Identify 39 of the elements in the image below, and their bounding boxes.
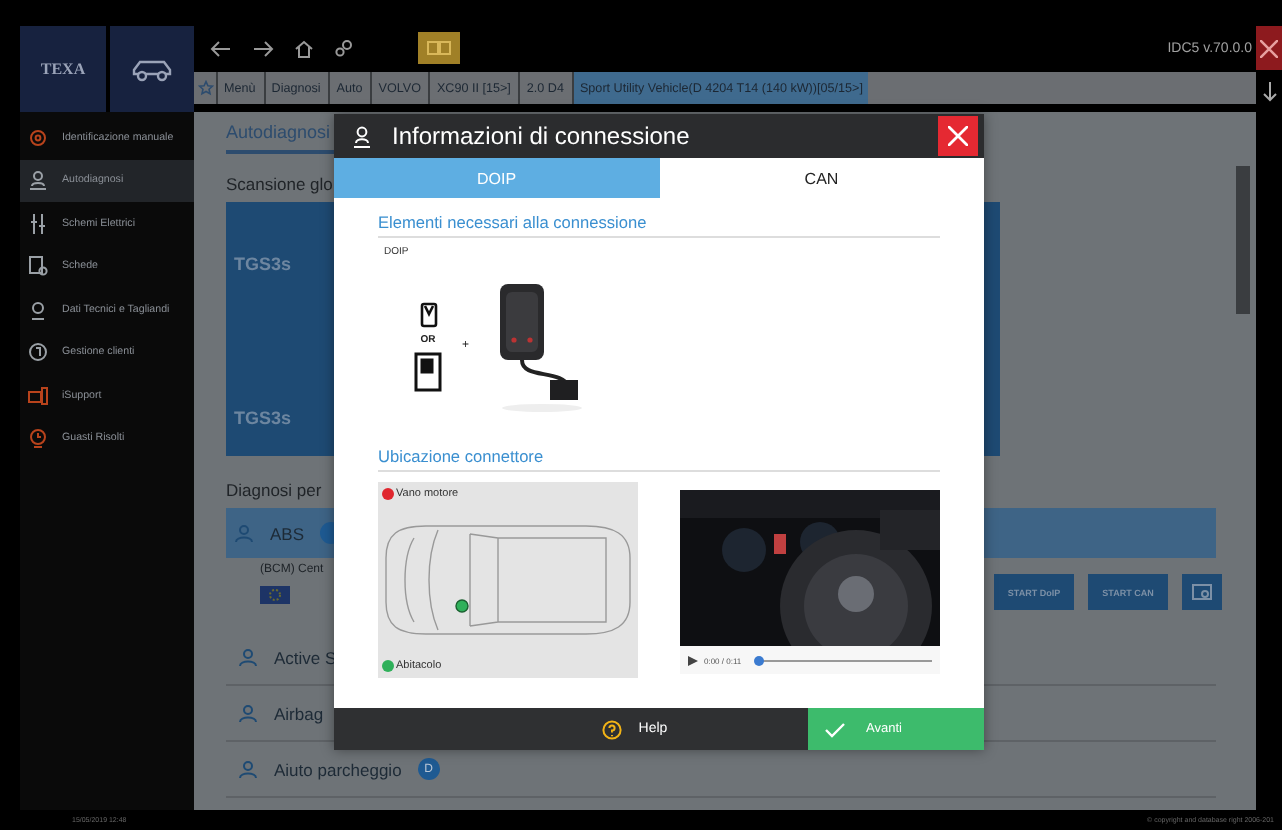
system-icon bbox=[238, 647, 258, 667]
seek-thumb[interactable] bbox=[754, 655, 765, 665]
system-icon bbox=[238, 703, 258, 723]
close-icon bbox=[1260, 39, 1278, 57]
star-icon[interactable] bbox=[198, 80, 214, 96]
car-icon bbox=[132, 57, 172, 81]
logo: TEXA bbox=[20, 26, 106, 112]
connection-icon[interactable] bbox=[334, 38, 354, 58]
group-title: Diagnosi per bbox=[226, 480, 322, 500]
scrollbar[interactable] bbox=[1236, 166, 1250, 314]
person-icon bbox=[352, 125, 372, 147]
phone-icon bbox=[419, 301, 437, 327]
system-label: Aiuto parcheggio bbox=[274, 759, 402, 779]
forward-icon[interactable] bbox=[252, 39, 274, 57]
system-label: Airbag bbox=[274, 703, 324, 723]
back-icon[interactable] bbox=[210, 39, 232, 57]
home-icon[interactable] bbox=[294, 39, 314, 57]
screen-icon bbox=[1192, 584, 1212, 600]
close-button[interactable] bbox=[1256, 26, 1282, 70]
screen-button[interactable] bbox=[1182, 574, 1222, 610]
check-icon bbox=[824, 721, 846, 737]
down-arrow-icon[interactable] bbox=[1261, 81, 1277, 101]
play-icon[interactable] bbox=[688, 655, 698, 665]
system-label: ABS bbox=[270, 523, 305, 543]
vehicle-button[interactable] bbox=[110, 26, 194, 112]
system-icon bbox=[234, 523, 254, 543]
protocol-tab[interactable]: DOIP bbox=[334, 158, 659, 198]
tablet-icon bbox=[414, 351, 442, 391]
close-icon bbox=[948, 126, 968, 146]
tile-label: TGS3s bbox=[234, 254, 292, 274]
close-button[interactable] bbox=[938, 116, 978, 156]
section-title: Scansione glo bbox=[226, 174, 333, 194]
flag-icon bbox=[260, 586, 290, 604]
system-icon bbox=[238, 759, 258, 779]
dialog-title: Informazioni di connessione bbox=[392, 122, 690, 150]
section-heading: Elementi necessari alla connessione bbox=[378, 212, 940, 238]
tile-label: TGS3s bbox=[234, 408, 292, 428]
help-icon bbox=[602, 719, 623, 739]
section-heading: Ubicazione connettore bbox=[378, 446, 940, 472]
